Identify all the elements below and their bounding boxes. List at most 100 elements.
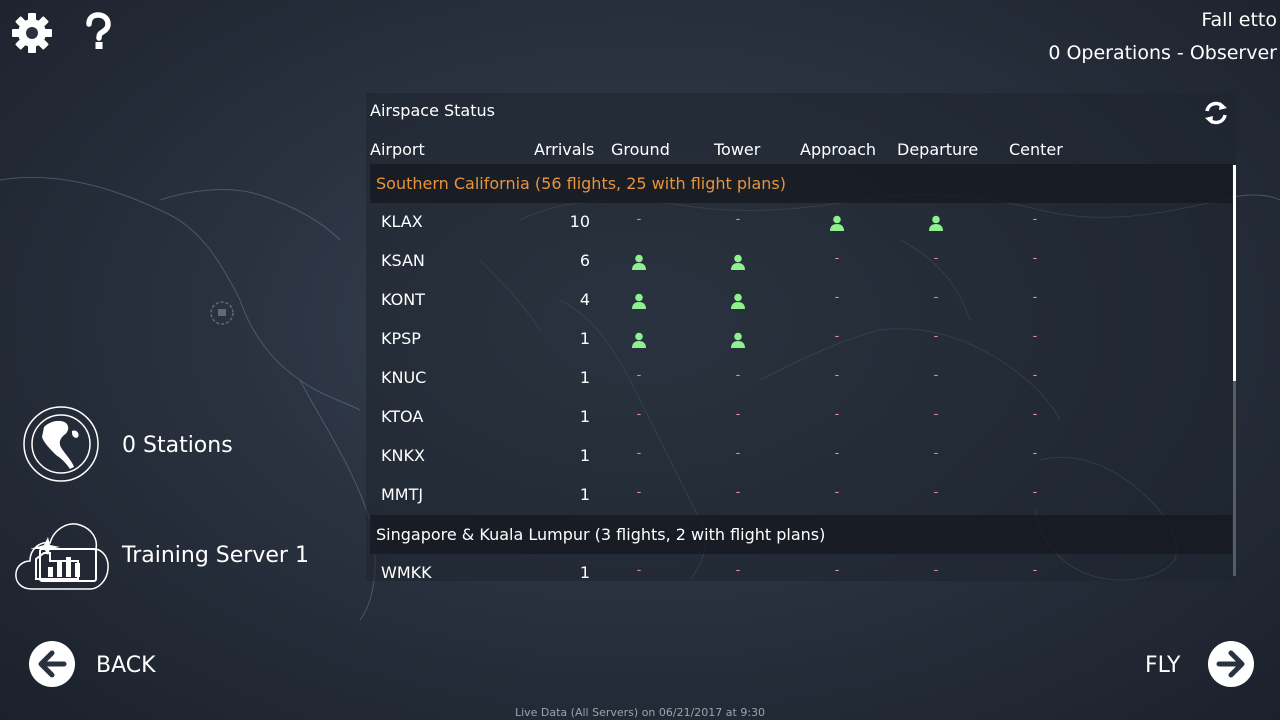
center-status: - [1032,446,1038,461]
operations-status: 0 Operations - Observer [1048,42,1277,64]
airport-code: KNKX [381,446,425,465]
panel-title: Airspace Status [370,101,495,120]
ground-status: - [636,446,642,461]
tower-status: - [735,485,741,500]
arrivals-count: 1 [579,329,590,348]
approach-status: - [834,290,840,305]
center-status: - [1032,368,1038,383]
airport-code: MMTJ [381,485,424,504]
settings-button[interactable] [10,11,54,55]
tower-status: - [735,446,741,461]
group-header[interactable]: Singapore & Kuala Lumpur (3 flights, 2 w… [370,515,1232,554]
departure-status: - [933,251,939,266]
group-header[interactable]: Southern California (56 flights, 25 with… [370,164,1232,203]
gear-icon [12,13,52,53]
arrivals-count: 4 [579,290,590,309]
arrivals-count: 1 [579,407,590,426]
arrow-left-icon [29,641,75,687]
stations-button[interactable] [22,405,100,483]
approach-status: - [834,485,840,500]
airport-code: KSAN [381,251,425,270]
arrivals-count: 10 [569,212,590,231]
departure-status: - [933,329,939,344]
arrow-right-icon [1208,641,1254,687]
column-header-ground: Ground [611,140,670,159]
center-status: - [1032,290,1038,305]
column-header-arrivals: Arrivals [534,140,595,159]
ground-status: - [636,368,642,383]
ground-staffed-person-icon [632,332,646,348]
cloud-server-icon [15,523,109,590]
arrivals-count: 1 [579,368,590,387]
globe-icon [23,406,99,482]
approach-status: - [834,407,840,422]
departure-status: - [933,290,939,305]
help-button[interactable] [82,12,114,52]
approach-staffed-person-icon [830,215,844,231]
question-icon [86,12,111,49]
airport-code: WMKK [381,563,432,581]
refresh-button[interactable] [1202,99,1230,127]
airport-code: KNUC [381,368,427,387]
center-status: - [1032,329,1038,344]
live-data-footer: Live Data (All Servers) on 06/21/2017 at… [514,706,766,719]
airport-code: KTOA [381,407,424,426]
approach-status: - [834,368,840,383]
back-button[interactable] [28,640,76,688]
center-status: - [1032,407,1038,422]
approach-status: - [834,329,840,344]
fly-button[interactable] [1207,640,1255,688]
ground-staffed-person-icon [632,254,646,270]
group-label: Singapore & Kuala Lumpur (3 flights, 2 w… [376,525,826,544]
airport-row[interactable]: KNKX 1 - - - - - [366,437,1232,476]
ground-staffed-person-icon [632,293,646,309]
approach-status: - [834,563,840,578]
center-status: - [1032,485,1038,500]
airport-row[interactable]: KLAX 10 - - - [366,203,1232,242]
user-info: Fall etto 0 Operations - Observer [1048,4,1277,70]
user-name: Fall etto [1201,9,1277,31]
airport-row[interactable]: MMTJ 1 - - - - - [366,476,1232,515]
center-status: - [1032,563,1038,578]
arrivals-count: 6 [579,251,590,270]
arrivals-count: 1 [579,485,590,504]
airport-code: KONT [381,290,425,309]
column-header-departure: Departure [897,140,979,159]
tower-staffed-person-icon [731,332,745,348]
tower-staffed-person-icon [731,254,745,270]
ground-status: - [636,563,642,578]
departure-status: - [933,368,939,383]
scrollbar-thumb[interactable] [1233,165,1236,381]
fly-label[interactable]: FLY [1145,653,1180,678]
column-header-airport: Airport [370,140,425,159]
tower-staffed-person-icon [731,293,745,309]
refresh-icon [1205,101,1227,125]
server-button[interactable] [14,519,110,591]
ground-status: - [636,485,642,500]
airport-code: KPSP [381,329,421,348]
tower-status: - [735,212,741,227]
airport-row[interactable]: KTOA 1 - - - - - [366,398,1232,437]
airport-list[interactable]: Southern California (56 flights, 25 with… [366,164,1232,581]
departure-status: - [933,485,939,500]
airport-row[interactable]: WMKK 1 - - - - - [366,554,1232,581]
airport-row[interactable]: KPSP 1 - - - [366,320,1232,359]
departure-staffed-person-icon [929,215,943,231]
center-status: - [1032,212,1038,227]
center-status: - [1032,251,1038,266]
column-header-tower: Tower [714,140,761,159]
departure-status: - [933,446,939,461]
stations-label: 0 Stations [122,433,233,458]
approach-status: - [834,446,840,461]
ground-status: - [636,212,642,227]
approach-status: - [834,251,840,266]
tower-status: - [735,407,741,422]
airport-row[interactable]: KSAN 6 - - - [366,242,1232,281]
airport-row[interactable]: KNUC 1 - - - - - [366,359,1232,398]
airport-row[interactable]: KONT 4 - - - [366,281,1232,320]
server-label: Training Server 1 [122,543,309,568]
arrivals-count: 1 [579,563,590,581]
tower-status: - [735,368,741,383]
airspace-status-panel: Airspace Status Airport Arrivals Ground … [366,93,1236,581]
back-label[interactable]: BACK [96,653,156,678]
